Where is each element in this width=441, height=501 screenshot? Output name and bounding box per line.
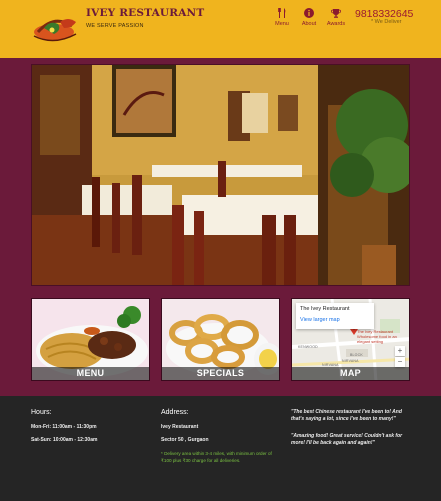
brand-block: IVEY RESTAURANT WE SERVE PASSION <box>86 7 204 29</box>
nav-label-about: About <box>301 21 317 27</box>
hours-heading: Hours: <box>31 409 52 416</box>
testimonial-quote: "Amazing food! Great service! Couldn't a… <box>291 433 403 446</box>
nav-label-menu: Menu <box>275 21 289 27</box>
specials-tile-caption[interactable]: SPECIALS <box>162 367 279 380</box>
delivery-note: * We Deliver <box>371 19 402 25</box>
testimonials-section: "The best Chinese restaurant I've been t… <box>291 409 409 457</box>
map-tile-caption[interactable]: MAP <box>292 367 409 380</box>
delivery-area-note: * Delivery area within 3-4 miles, with m… <box>161 451 272 463</box>
restaurant-logo[interactable] <box>32 8 82 48</box>
menu-tile-caption[interactable]: MENU <box>32 367 149 380</box>
map-zoom-in-button[interactable]: + <box>395 346 405 356</box>
top-nav: Menu About Awards <box>270 8 351 27</box>
address-section: Address: Ivey Restaurant Sector 50 , Gur… <box>161 409 281 464</box>
nav-item-about[interactable]: About <box>297 8 321 27</box>
info-icon <box>304 8 314 18</box>
address-line: Sector 50 , Gurgaon <box>161 437 209 443</box>
brand-title[interactable]: IVEY RESTAURANT <box>86 7 204 19</box>
specials-tile[interactable]: SPECIALS <box>161 298 280 381</box>
map-area-label: KENWOOD <box>298 345 318 349</box>
testimonial-quote: "The best Chinese restaurant I've been t… <box>291 409 402 422</box>
menu-tile[interactable]: MENU <box>31 298 150 381</box>
fork-knife-icon <box>278 8 286 18</box>
trophy-icon <box>331 9 341 18</box>
address-line: Ivey Restaurant <box>161 424 199 430</box>
site-header: IVEY RESTAURANT WE SERVE PASSION Menu Ab… <box>0 0 441 58</box>
address-heading: Address: <box>161 409 189 416</box>
nav-item-menu[interactable]: Menu <box>270 8 294 27</box>
hero-image-restaurant-interior <box>31 64 410 286</box>
nav-label-awards: Awards <box>326 21 346 27</box>
map-area-label: BLOCK <box>350 353 363 357</box>
map-tile[interactable]: The Ivey Restaurant View larger map The … <box>291 298 410 381</box>
map-pin-label: The Ivey Restaurant Wholesome food in an… <box>357 329 397 344</box>
brand-tagline: WE SERVE PASSION <box>86 23 144 29</box>
nav-item-awards[interactable]: Awards <box>324 8 348 27</box>
map-place-title: The Ivey Restaurant <box>300 306 350 312</box>
view-larger-map-link[interactable]: View larger map <box>300 317 370 323</box>
map-info-card: The Ivey Restaurant View larger map <box>296 303 374 329</box>
hours-line: Mon-Fri: 11:00am - 11:30pm <box>31 424 97 430</box>
map-zoom-out-button[interactable]: − <box>395 357 405 367</box>
map-area-label: NIRVANA <box>342 359 359 363</box>
hours-section: Hours: Mon-Fri: 11:00am - 11:30pm Sat-Su… <box>31 409 97 450</box>
site-footer: Hours: Mon-Fri: 11:00am - 11:30pm Sat-Su… <box>0 396 441 501</box>
hours-line: Sat-Sun: 10:00am - 12:30am <box>31 437 98 443</box>
